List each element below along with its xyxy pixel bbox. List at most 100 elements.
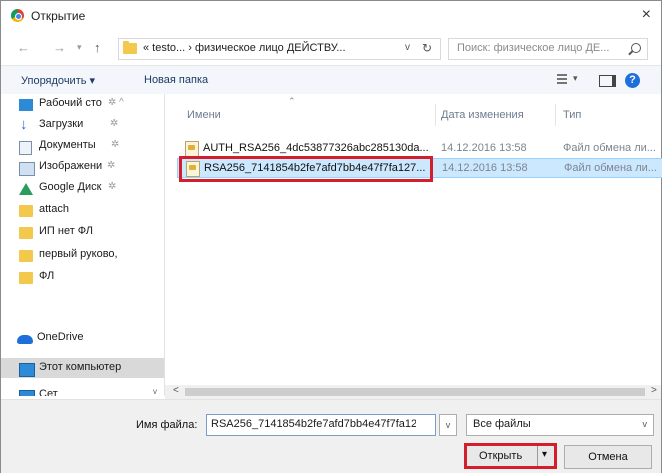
pin-icon: ✲ [111,139,120,150]
file-type: Файл обмена ли... [564,162,657,174]
split-divider [537,446,538,466]
file-type: Файл обмена ли... [563,142,656,154]
downloads-icon [19,116,33,133]
search-icon [631,43,641,53]
column-header-name[interactable]: Имени [187,109,221,121]
scroll-left-icon[interactable]: < [173,385,179,396]
pin-icon: ✲ [107,160,116,171]
computer-icon [19,363,35,377]
sidebar-item-this-pc[interactable]: Этот компьютер [19,361,122,379]
pin-icon: ✲ [110,118,119,129]
change-view-button[interactable]: ▾ [557,73,585,87]
scroll-thumb[interactable] [185,388,645,396]
view-grid-icon [557,74,567,84]
sidebar-item-attach[interactable]: attach [19,203,69,221]
sidebar-item-label: attach [39,203,69,215]
sidebar-item-desktop[interactable]: Рабочий сто ✲ ^ [19,97,124,115]
sidebar-item-ip-net-fl[interactable]: ИП нет ФЛ [19,225,94,243]
sidebar-item-google-drive[interactable]: Google Диск ✲ [19,181,116,199]
column-header-type[interactable]: Тип [563,109,581,121]
address-path: « testo... › физическое лицо ДЕЙСТВУ... [143,42,346,54]
organize-button[interactable]: Упорядочить ▾ [21,74,95,87]
open-file-dialog: Открытие × ← → ▾ ↑ « testo... › физическ… [0,0,662,473]
documents-icon [19,141,32,155]
open-button[interactable]: Открыть ▾ [464,443,557,469]
search-box[interactable]: Поиск: физическое лицо ДЕ... [448,38,648,60]
column-divider[interactable] [435,104,436,126]
close-button[interactable]: × [642,6,651,24]
refresh-icon[interactable]: ↻ [422,41,432,55]
chevron-down-icon: v [642,419,648,429]
google-drive-icon [19,183,33,195]
sidebar-item-pictures[interactable]: Изображени ✲ [19,160,115,178]
forward-arrow-icon[interactable]: → [53,40,66,55]
address-row: ← → ▾ ↑ « testo... › физическое лицо ДЕЙ… [1,33,661,63]
sidebar-item-onedrive[interactable]: OneDrive [17,331,84,349]
view-chevron-icon: ▾ [573,73,578,83]
sidebar-item-label: Сет [39,388,58,396]
network-icon [19,390,35,396]
file-name: AUTH_RSA256_4dc53877326abc285130da... [203,142,429,154]
certificate-file-icon [185,141,199,157]
sidebar-item-network[interactable]: Сет [19,388,58,396]
open-button-label: Открыть [479,450,523,462]
file-date: 14.12.2016 13:58 [442,162,528,174]
preview-pane-icon[interactable] [599,75,616,87]
folder-icon [123,41,137,54]
sidebar-item-label: ИП нет ФЛ [39,225,94,237]
column-header-date[interactable]: Дата изменения [441,109,524,121]
dialog-footer: Имя файла: RSA256_7141854b2fe7afd7bb4e47… [1,399,661,473]
sidebar-item-fl[interactable]: ФЛ [19,270,55,288]
back-arrow-icon[interactable]: ← [17,40,30,55]
sidebar-item-label: OneDrive [37,331,84,343]
address-bar[interactable]: « testo... › физическое лицо ДЕЙСТВУ... … [118,38,441,60]
folder-icon [19,250,33,262]
sidebar-item-downloads[interactable]: Загрузки ✲ [20,116,118,136]
sidebar-item-label: первый руково, [39,248,118,260]
filetype-select[interactable]: Все файлы v [466,414,654,436]
horizontal-scrollbar[interactable]: < > [165,385,661,399]
folder-icon [19,272,33,284]
new-folder-button[interactable]: Новая папка [144,74,208,86]
filename-value: RSA256_7141854b2fe7afd7bb4e47f7fa12704 [211,418,416,430]
filename-history-dropdown[interactable]: v [439,414,457,436]
file-date: 14.12.2016 13:58 [441,142,527,154]
filename-input[interactable]: RSA256_7141854b2fe7afd7bb4e47f7fa12704 [206,414,436,436]
folder-icon [19,205,33,217]
address-chevron-icon[interactable]: v [405,42,410,53]
sidebar-item-label: ФЛ [39,270,55,282]
sidebar-item-label: Рабочий сто [39,97,102,109]
sidebar-item-label: Google Диск [39,181,102,193]
file-list: ⌃ Имени Дата изменения Тип AUTH_RSA256_4… [165,94,662,384]
window-title: Открытие [31,9,86,23]
cancel-button[interactable]: Отмена [564,445,652,469]
title-bar: Открытие × [1,1,661,31]
selected-file-highlight [179,156,433,182]
pictures-icon [19,162,35,176]
pin-icon: ✲ [108,181,117,192]
recent-locations-chevron-icon[interactable]: ▾ [77,42,82,53]
desktop-icon [19,99,33,111]
onedrive-cloud-icon [17,335,33,344]
help-icon[interactable]: ? [625,73,640,88]
pin-icon: ✲ ^ [108,97,124,108]
sort-ascending-icon: ⌃ [288,96,296,106]
sidebar-item-documents[interactable]: Документы ✲ [19,139,119,157]
up-folder-arrow-icon[interactable]: ↑ [94,40,101,55]
scroll-right-icon[interactable]: > [651,385,657,396]
folder-icon [19,227,33,239]
sidebar-item-label: Этот компьютер [39,361,122,373]
chrome-icon [11,9,24,22]
search-input[interactable]: Поиск: физическое лицо ДЕ... [457,42,609,54]
column-divider[interactable] [555,104,556,126]
command-toolbar: Упорядочить ▾ Новая папка ▾ ? [1,65,661,95]
filetype-value: Все файлы [473,418,531,430]
sidebar-item-label: Документы [39,139,96,151]
navigation-pane: Рабочий сто ✲ ^ Загрузки ✲ Документы ✲ И… [1,94,165,396]
filename-label: Имя файла: [136,419,198,431]
sidebar-item-label: Загрузки [39,118,84,130]
sidebar-item-first-head[interactable]: первый руково, [19,248,118,266]
open-options-arrow-icon[interactable]: ▾ [542,449,547,460]
sidebar-scroll-down-icon[interactable]: v [153,387,157,396]
sidebar-item-label: Изображени [39,160,103,172]
